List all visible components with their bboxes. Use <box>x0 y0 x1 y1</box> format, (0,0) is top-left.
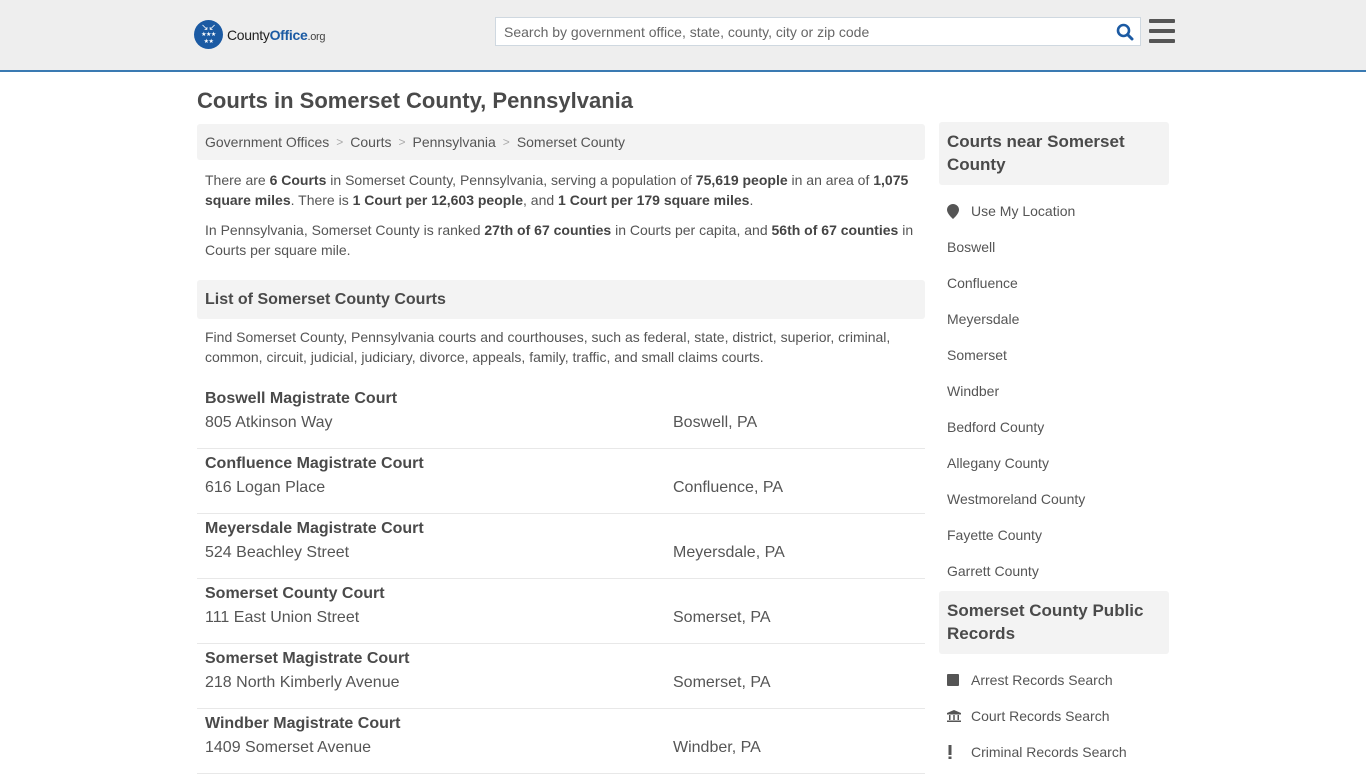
menu-bar <box>1149 39 1175 43</box>
nearby-link-bedford-county[interactable]: Bedford County <box>947 419 1044 435</box>
breadcrumb-separator: > <box>336 135 344 149</box>
court-city: Boswell, PA <box>673 414 758 431</box>
nearby-link-boswell[interactable]: Boswell <box>947 239 995 255</box>
court-address: 524 Beachley Street <box>205 544 350 561</box>
breadcrumb-pennsylvania[interactable]: Pennsylvania <box>413 134 496 150</box>
court-records-link[interactable]: Court Records Search <box>971 708 1110 724</box>
nearby-item: Boswell <box>939 229 1169 265</box>
court-address: 111 East Union Street <box>205 609 360 626</box>
court-city: Somerset, PA <box>673 609 771 626</box>
nearby-link-westmoreland-county[interactable]: Westmoreland County <box>947 491 1085 507</box>
records-item: Arrest Records Search <box>939 662 1169 698</box>
nearby-item: Garrett County <box>939 553 1169 589</box>
nearby-courts-heading: Courts near Somerset County <box>939 122 1169 185</box>
page-title: Courts in Somerset County, Pennsylvania <box>197 88 634 113</box>
court-name-link[interactable]: Meyersdale Magistrate Court <box>205 520 424 542</box>
court-item: Meyersdale Magistrate Court 524 Beachley… <box>197 514 925 579</box>
court-city: Meyersdale, PA <box>673 544 785 561</box>
breadcrumb: Government Offices > Courts > Pennsylvan… <box>197 124 925 160</box>
nearby-link-fayette-county[interactable]: Fayette County <box>947 527 1042 543</box>
public-records-list: Arrest Records Search Court Records Sear… <box>939 654 1169 770</box>
breadcrumb-somerset-county[interactable]: Somerset County <box>517 134 625 150</box>
nearby-item: Westmoreland County <box>939 481 1169 517</box>
nearby-item: Somerset <box>939 337 1169 373</box>
search-input[interactable] <box>496 18 1110 45</box>
arrest-records-link[interactable]: Arrest Records Search <box>971 672 1113 688</box>
nearby-link-allegany-county[interactable]: Allegany County <box>947 455 1049 471</box>
menu-bar <box>1149 19 1175 23</box>
use-my-location-link[interactable]: Use My Location <box>971 203 1075 219</box>
court-item: Confluence Magistrate Court 616 Logan Pl… <box>197 449 925 514</box>
court-list: Boswell Magistrate Court 805 Atkinson Wa… <box>197 384 925 774</box>
square-icon <box>947 674 971 686</box>
public-records-heading: Somerset County Public Records <box>939 591 1169 654</box>
nearby-link-confluence[interactable]: Confluence <box>947 275 1018 291</box>
court-address: 805 Atkinson Way <box>205 414 333 431</box>
logo-text: CountyOffice.org <box>227 26 326 43</box>
nearby-item: Bedford County <box>939 409 1169 445</box>
map-marker-icon <box>947 203 971 219</box>
nearby-link-windber[interactable]: Windber <box>947 383 999 399</box>
court-name-link[interactable]: Confluence Magistrate Court <box>205 455 424 477</box>
breadcrumb-separator: > <box>398 135 406 149</box>
court-name-link[interactable]: Somerset Magistrate Court <box>205 650 410 672</box>
breadcrumb-courts[interactable]: Courts <box>350 134 391 150</box>
site-header: ↘↙ ★★★ ★★ CountyOffice.org <box>0 0 1366 72</box>
breadcrumb-government-offices[interactable]: Government Offices <box>205 134 329 150</box>
nearby-link-garrett-county[interactable]: Garrett County <box>947 563 1039 579</box>
eagle-logo-icon: ↘↙ ★★★ ★★ <box>194 20 223 49</box>
records-item: Court Records Search <box>939 698 1169 734</box>
court-address: 1409 Somerset Avenue <box>205 739 372 756</box>
search-button[interactable] <box>1110 18 1140 45</box>
nearby-item: Windber <box>939 373 1169 409</box>
courthouse-icon <box>947 710 971 722</box>
breadcrumb-separator: > <box>502 135 510 149</box>
search-icon <box>1116 23 1134 40</box>
list-heading: List of Somerset County Courts <box>197 280 925 319</box>
court-city: Somerset, PA <box>673 674 771 691</box>
nearby-item: Meyersdale <box>939 301 1169 337</box>
court-name-link[interactable]: Windber Magistrate Court <box>205 715 400 737</box>
nearby-link-meyersdale[interactable]: Meyersdale <box>947 311 1019 327</box>
court-item: Windber Magistrate Court 1409 Somerset A… <box>197 709 925 774</box>
court-address: 616 Logan Place <box>205 479 326 496</box>
hamburger-menu-button[interactable] <box>1149 19 1175 43</box>
main-content: Courts in Somerset County, Pennsylvania … <box>197 72 925 774</box>
court-item: Somerset County Court 111 East Union Str… <box>197 579 925 644</box>
nearby-link-somerset[interactable]: Somerset <box>947 347 1007 363</box>
exclamation-icon <box>947 745 971 759</box>
court-city: Confluence, PA <box>673 479 783 496</box>
nearby-item: Fayette County <box>939 517 1169 553</box>
nearby-courts-list: Use My Location Boswell Confluence Meyer… <box>939 185 1169 589</box>
search-bar <box>495 17 1141 46</box>
records-item: Criminal Records Search <box>939 734 1169 770</box>
use-my-location-item: Use My Location <box>939 193 1169 229</box>
ranking-paragraph: In Pennsylvania, Somerset County is rank… <box>205 222 914 258</box>
court-item: Somerset Magistrate Court 218 North Kimb… <box>197 644 925 709</box>
site-logo[interactable]: ↘↙ ★★★ ★★ CountyOffice.org <box>194 20 326 49</box>
sidebar: Courts near Somerset County Use My Locat… <box>939 122 1169 770</box>
intro-text: There are 6 Courts in Somerset County, P… <box>197 170 925 260</box>
court-name-link[interactable]: Somerset County Court <box>205 585 385 607</box>
list-description: Find Somerset County, Pennsylvania court… <box>205 329 891 365</box>
criminal-records-link[interactable]: Criminal Records Search <box>971 744 1127 760</box>
court-address: 218 North Kimberly Avenue <box>205 674 400 691</box>
court-item: Boswell Magistrate Court 805 Atkinson Wa… <box>197 384 925 449</box>
summary-paragraph: There are 6 Courts in Somerset County, P… <box>205 172 909 208</box>
menu-bar <box>1149 29 1175 33</box>
nearby-item: Confluence <box>939 265 1169 301</box>
court-city: Windber, PA <box>673 739 761 756</box>
court-name-link[interactable]: Boswell Magistrate Court <box>205 390 397 412</box>
nearby-item: Allegany County <box>939 445 1169 481</box>
